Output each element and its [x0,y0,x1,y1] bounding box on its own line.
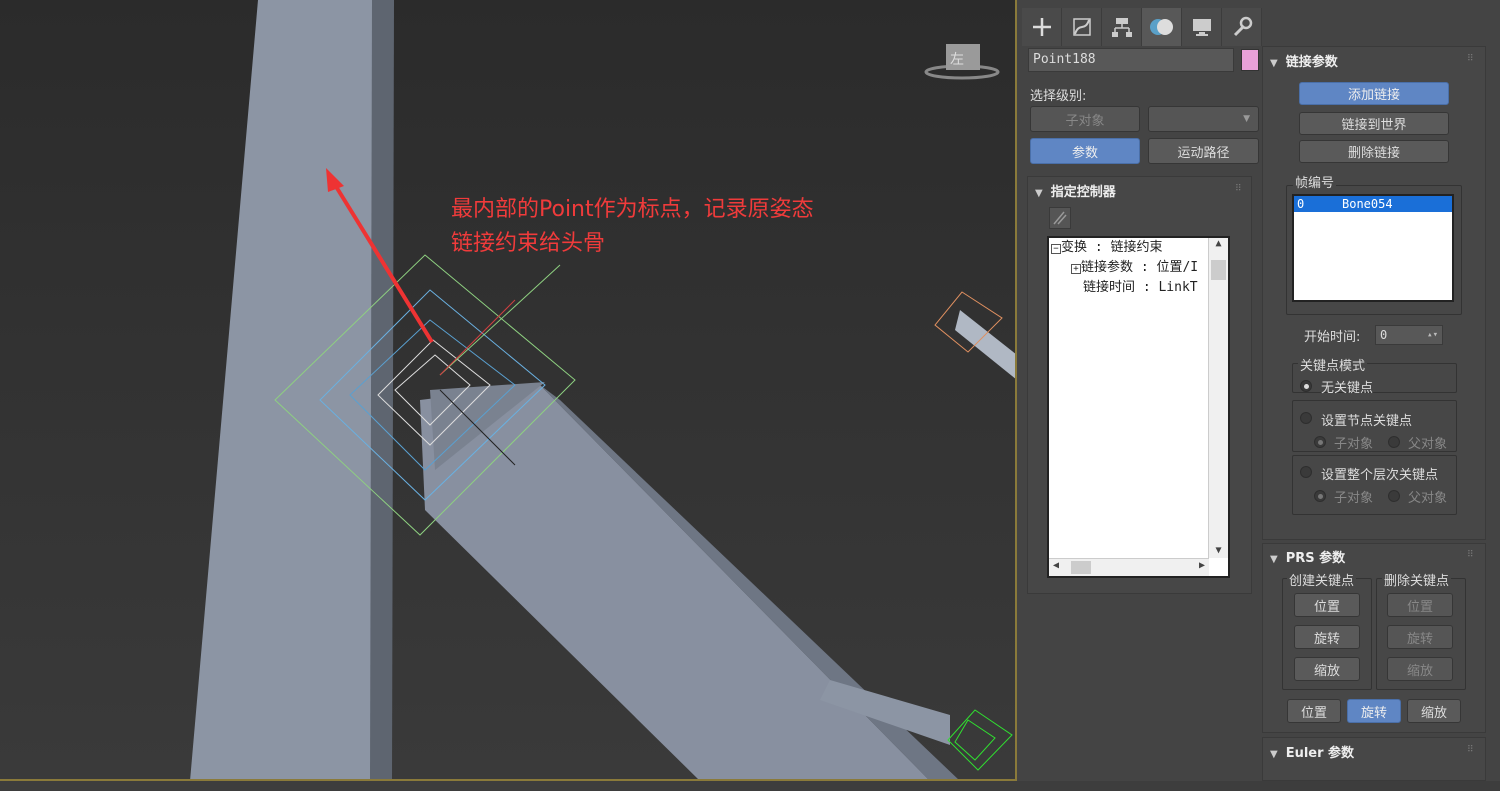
scroll-up-icon[interactable]: ▲ [1209,238,1228,249]
viewcube-label: 左 [950,52,964,68]
hier-child-radio[interactable] [1314,490,1326,502]
delete-key-label: 删除关键点 [1382,570,1452,589]
hier-child-label: 子对象 [1334,491,1374,506]
set-node-key-radio[interactable] [1300,412,1312,424]
parameters-button[interactable]: 参数 [1030,138,1140,164]
collapse-triangle-icon: ▼ [1270,554,1278,565]
node-parent-label: 父对象 [1408,437,1448,452]
list-item[interactable]: 0 Bone054 [1294,196,1452,212]
scale-mode-button[interactable]: 缩放 [1407,699,1461,723]
collapse-triangle-icon: ▼ [1035,188,1043,199]
drag-handle-icon[interactable]: ⠿ [1235,184,1242,194]
scroll-down-icon[interactable]: ▼ [1209,545,1228,556]
set-node-key-label: 设置节点关键点 [1321,414,1413,429]
hier-parent-label: 父对象 [1408,491,1448,506]
chevron-down-icon: ▼ [1243,114,1250,124]
node-child-label: 子对象 [1334,437,1374,452]
start-time-spinner[interactable]: 0 ▴▾ [1375,325,1443,345]
collapse-triangle-icon: ▼ [1270,749,1278,760]
spinner-arrows-icon[interactable]: ▴▾ [1427,326,1438,344]
create-rotation-key-button[interactable]: 旋转 [1294,625,1360,649]
utilities-icon[interactable] [1222,8,1262,46]
add-link-button[interactable]: 添加链接 [1299,82,1449,105]
modify-icon[interactable] [1062,8,1102,46]
link-list[interactable]: 0 Bone054 [1292,194,1454,302]
position-mode-button[interactable]: 位置 [1287,699,1341,723]
collapse-triangle-icon: ▼ [1270,58,1278,69]
object-color-swatch[interactable] [1241,49,1259,71]
drag-handle-icon[interactable]: ⠿ [1467,54,1474,64]
annotation-line2: 链接约束给头骨 [451,231,606,256]
scroll-thumb[interactable] [1071,561,1091,574]
viewcube[interactable]: 左 [922,38,1002,83]
scene-geometry [190,0,1015,779]
create-scale-key-button[interactable]: 缩放 [1294,657,1360,681]
drag-handle-icon[interactable]: ⠿ [1467,745,1474,755]
assign-controller-icon[interactable] [1049,207,1071,229]
key-mode-label: 关键点模式 [1298,355,1368,374]
status-bar [0,781,1500,791]
hierarchy-icon[interactable] [1102,8,1142,46]
hier-parent-radio[interactable] [1388,490,1400,502]
annotation-text: 最内部的Point作为标点，记录原姿态 链接约束给头骨 [451,193,814,261]
tree-row[interactable]: − 变换 : 链接约束 [1051,238,1211,258]
create-icon[interactable] [1022,8,1062,46]
create-key-label: 创建关键点 [1287,570,1357,589]
delete-link-button[interactable]: 删除链接 [1299,140,1449,163]
rotation-mode-button[interactable]: 旋转 [1347,699,1401,723]
link-to-world-button[interactable]: 链接到世界 [1299,112,1449,135]
scroll-right-icon[interactable]: ▶ [1199,560,1205,571]
collapse-box-icon: − [1051,244,1061,254]
no-key-radio[interactable] [1300,380,1312,392]
sub-object-dropdown[interactable]: ▼ [1148,106,1259,132]
scroll-thumb[interactable] [1211,260,1226,280]
viewport[interactable]: 左 最内部的Point作为标点，记录原姿态 链接约束给头骨 [0,0,1017,781]
vertical-scrollbar[interactable]: ▲ ▼ [1208,238,1228,558]
frame-number-label: 帧编号 [1293,172,1337,191]
delete-position-key-button[interactable]: 位置 [1387,593,1453,617]
controller-tree[interactable]: − 变换 : 链接约束 + 链接参数 : 位置/I 链接时间 : LinkT ▲ ▼… [1047,236,1230,578]
annotation-line1: 最内部的Point作为标点，记录原姿态 [451,197,814,222]
euler-params-header[interactable]: ▼ Euler 参数 [1270,742,1354,761]
link-params-header[interactable]: ▼ 链接参数 [1270,51,1338,70]
create-position-key-button[interactable]: 位置 [1294,593,1360,617]
object-name-field[interactable]: Point188 [1028,48,1234,72]
delete-rotation-key-button[interactable]: 旋转 [1387,625,1453,649]
delete-scale-key-button[interactable]: 缩放 [1387,657,1453,681]
node-parent-radio[interactable] [1388,436,1400,448]
horizontal-scrollbar[interactable]: ◀ ▶ [1049,558,1209,576]
sub-object-button[interactable]: 子对象 [1030,106,1140,132]
selection-level-label: 选择级别: [1030,89,1087,104]
start-time-label: 开始时间: [1304,330,1361,345]
set-hierarchy-key-label: 设置整个层次关键点 [1321,468,1439,483]
motion-path-button[interactable]: 运动路径 [1148,138,1259,164]
set-hierarchy-key-radio[interactable] [1300,466,1312,478]
tree-row[interactable]: + 链接参数 : 位置/I [1071,258,1228,278]
no-key-label: 无关键点 [1321,381,1374,396]
prs-params-header[interactable]: ▼ PRS 参数 [1270,547,1345,566]
expand-box-icon: + [1071,264,1081,274]
motion-icon[interactable] [1142,8,1182,46]
node-child-radio[interactable] [1314,436,1326,448]
command-tabs [1022,8,1262,46]
display-icon[interactable] [1182,8,1222,46]
scroll-left-icon[interactable]: ◀ [1053,560,1059,571]
drag-handle-icon[interactable]: ⠿ [1467,550,1474,560]
assign-controller-header[interactable]: ▼ 指定控制器 [1035,181,1116,200]
